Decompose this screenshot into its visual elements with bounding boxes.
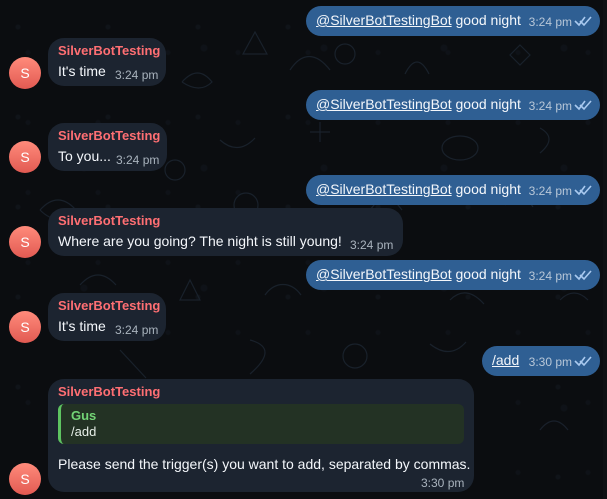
bot-mention-link[interactable]: @SilverBotTestingBot	[316, 266, 452, 282]
avatar[interactable]: S	[9, 57, 41, 89]
bot-mention-link[interactable]: @SilverBotTestingBot	[316, 96, 452, 112]
message-text: Please send the trigger(s) you want to a…	[58, 456, 471, 472]
double-check-icon	[574, 356, 592, 367]
bot-mention-link[interactable]: @SilverBotTestingBot	[316, 12, 452, 28]
avatar[interactable]: S	[9, 463, 41, 495]
message-time: 3:24 pm	[528, 99, 572, 113]
message-text: good night	[455, 181, 521, 197]
message-text: It's time	[58, 318, 106, 334]
message-text: good night	[455, 96, 521, 112]
incoming-message[interactable]: SilverBotTesting To you... 3:24 pm	[48, 123, 167, 171]
message-time: 3:24 pm	[528, 15, 572, 29]
incoming-message[interactable]: SilverBotTesting It's time 3:24 pm	[48, 293, 166, 341]
message-time: 3:24 pm	[350, 238, 394, 252]
message-time: 3:24 pm	[528, 184, 572, 198]
sender-name[interactable]: SilverBotTesting	[58, 384, 160, 399]
double-check-icon	[574, 270, 592, 281]
reply-text: /add	[71, 424, 97, 439]
outgoing-message[interactable]: @SilverBotTestingBot good night 3:24 pm	[306, 175, 600, 205]
incoming-message[interactable]: SilverBotTesting Gus /add Please send th…	[48, 379, 474, 492]
sender-name[interactable]: SilverBotTesting	[58, 43, 160, 58]
message-time: 3:30 pm	[421, 476, 465, 490]
message-time: 3:24 pm	[116, 153, 160, 167]
double-check-icon	[574, 100, 592, 111]
double-check-icon	[574, 16, 592, 27]
reply-preview[interactable]: Gus /add	[58, 404, 464, 444]
message-text: good night	[455, 12, 521, 28]
incoming-message[interactable]: SilverBotTesting Where are you going? Th…	[48, 208, 403, 256]
outgoing-message[interactable]: @SilverBotTestingBot good night 3:24 pm	[306, 6, 600, 36]
message-text: Where are you going? The night is still …	[58, 233, 342, 249]
sender-name[interactable]: SilverBotTesting	[58, 213, 160, 228]
chat-scrollbar[interactable]	[603, 0, 607, 499]
incoming-message[interactable]: SilverBotTesting It's time 3:24 pm	[48, 38, 166, 86]
command-link[interactable]: /add	[492, 352, 519, 368]
message-time: 3:24 pm	[528, 269, 572, 283]
outgoing-message[interactable]: @SilverBotTestingBot good night 3:24 pm	[306, 260, 600, 290]
avatar[interactable]: S	[9, 311, 41, 343]
reply-author: Gus	[71, 408, 97, 423]
sender-name[interactable]: SilverBotTesting	[58, 298, 160, 313]
message-text: To you...	[58, 148, 111, 164]
message-time: 3:24 pm	[115, 323, 159, 337]
message-text: It's time	[58, 63, 106, 79]
bot-mention-link[interactable]: @SilverBotTestingBot	[316, 181, 452, 197]
outgoing-message[interactable]: @SilverBotTestingBot good night 3:24 pm	[306, 90, 600, 120]
avatar[interactable]: S	[9, 226, 41, 258]
double-check-icon	[574, 185, 592, 196]
message-text: good night	[455, 266, 521, 282]
avatar[interactable]: S	[9, 141, 41, 173]
message-time: 3:24 pm	[115, 68, 159, 82]
outgoing-message[interactable]: /add 3:30 pm	[482, 346, 600, 376]
message-time: 3:30 pm	[528, 355, 572, 369]
sender-name[interactable]: SilverBotTesting	[58, 128, 160, 143]
